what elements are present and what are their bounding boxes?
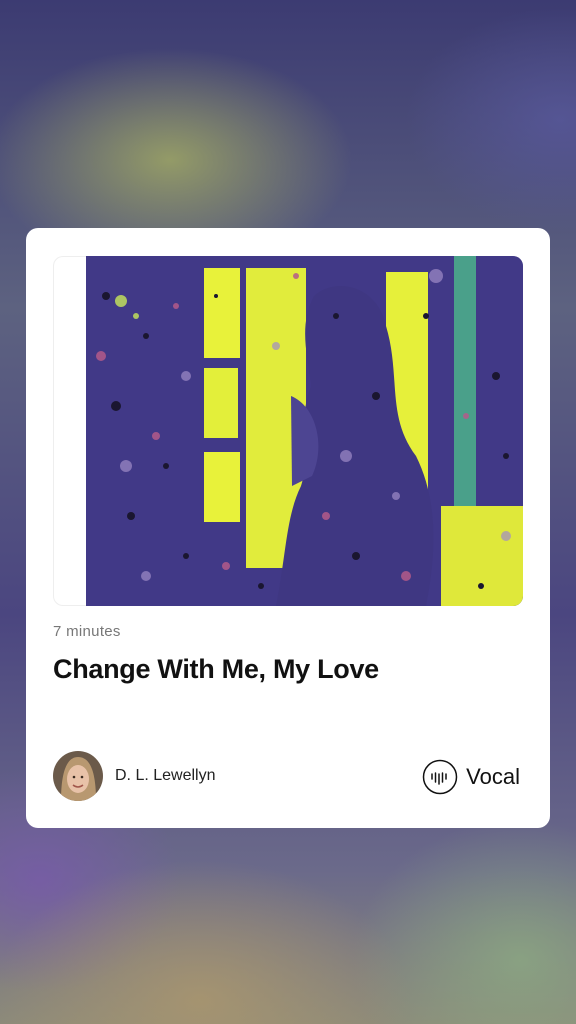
author-avatar[interactable] (53, 751, 103, 801)
vocal-brand-link[interactable]: Vocal (422, 758, 520, 796)
vocal-logo-icon (422, 759, 458, 795)
vocal-brand-name: Vocal (466, 764, 520, 789)
cover-image (53, 256, 523, 606)
story-card[interactable]: 7 minutes Change With Me, My Love D. L. … (26, 228, 550, 828)
author-name[interactable]: D. L. Lewellyn (115, 767, 216, 785)
story-title[interactable]: Change With Me, My Love (53, 654, 523, 685)
read-time: 7 minutes (53, 623, 121, 640)
